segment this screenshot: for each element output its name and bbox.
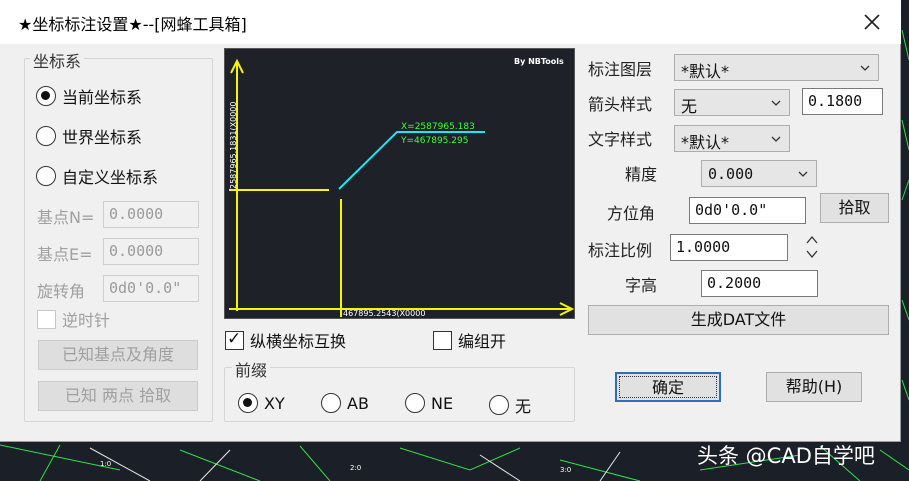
prefix-title: 前缀 (232, 357, 271, 381)
arrow-size-input[interactable]: 0.1800 (802, 88, 883, 115)
radio-world-coord[interactable]: 世界坐标系 (36, 124, 142, 148)
radio-custom-coord[interactable]: 自定义坐标系 (36, 164, 158, 188)
prefix-radio-ne-indicator (405, 393, 425, 413)
preview-brand: By NBTools (514, 57, 564, 66)
prefix-ab-label: AB (347, 393, 369, 413)
precision-select-value: 0.000 (708, 165, 754, 183)
group-checkbox-box (433, 330, 452, 350)
coordinate-settings-dialog: ★坐标标注设置★--[网蜂工具箱] 坐标系 当前坐标系 世界坐标系 自定义坐标系… (0, 0, 901, 442)
precision-label: 精度 (625, 165, 658, 184)
group-checkbox[interactable]: 编组开 (433, 328, 506, 352)
scale-input[interactable]: 1.0000 (670, 234, 788, 261)
help-button[interactable]: 帮助(H) (766, 372, 862, 402)
prefix-none-label: 无 (515, 397, 532, 416)
prefix-radio-xy[interactable]: XY (238, 393, 285, 413)
radio-world-coord-label: 世界坐标系 (62, 128, 143, 147)
text-style-label: 文字样式 (588, 130, 653, 149)
base-e-input[interactable]: 0.0000 (103, 238, 199, 265)
chevron-down-icon (771, 100, 781, 106)
arrow-select[interactable]: 无 (674, 89, 790, 116)
radio-custom-coord-label: 自定义坐标系 (62, 168, 159, 187)
ccw-checkbox[interactable]: 逆时针 (37, 307, 110, 331)
radio-custom-coord-indicator (36, 166, 56, 186)
text-style-select[interactable]: *默认* (674, 125, 790, 152)
prefix-radio-none[interactable]: 无 (489, 393, 531, 417)
preview-drawing: By NBTools X=2587965.183 Y=467895.295 25… (229, 57, 575, 318)
radio-current-coord[interactable]: 当前坐标系 (36, 84, 142, 108)
prefix-radio-ab-indicator (321, 393, 341, 413)
preview-axes (229, 58, 575, 317)
scale-label: 标注比例 (588, 241, 653, 260)
arrow-select-value: 无 (681, 97, 698, 116)
ccw-checkbox-box (37, 309, 56, 329)
window-title: ★坐标标注设置★--[网蜂工具箱] (18, 15, 247, 34)
pick-button[interactable]: 拾取 (820, 193, 889, 223)
radio-world-coord-indicator (36, 126, 56, 146)
height-input[interactable]: 0.2000 (701, 270, 818, 297)
preview-y-value: Y=467895.295 (400, 136, 468, 146)
watermark: 头条 @CAD自学吧 (697, 444, 875, 468)
prefix-radio-ab[interactable]: AB (321, 393, 369, 413)
ccw-label: 逆时针 (62, 311, 111, 330)
layer-label: 标注图层 (588, 60, 653, 79)
group-label: 编组开 (458, 332, 507, 351)
chevron-down-icon (771, 136, 781, 142)
prefix-radio-xy-indicator (238, 393, 258, 413)
layer-select[interactable]: *默认* (674, 54, 879, 81)
preview-x-value: X=2587965.183 (401, 122, 475, 132)
height-label: 字高 (625, 276, 658, 295)
generate-dat-button[interactable]: 生成DAT文件 (588, 305, 889, 335)
text-style-select-value: *默认* (681, 133, 730, 152)
arrow-label: 箭头样式 (588, 95, 653, 114)
svg-text:3:0: 3:0 (560, 466, 571, 474)
chevron-down-icon (798, 171, 808, 177)
rotation-label: 旋转角 (37, 282, 86, 301)
prefix-ne-label: NE (431, 393, 454, 413)
radio-current-coord-indicator (36, 86, 56, 106)
base-n-input[interactable]: 0.0000 (103, 201, 199, 228)
svg-text:1:0: 1:0 (100, 460, 111, 468)
known-two-points-button[interactable]: 已知 两点 拾取 (38, 381, 198, 411)
prefix-radio-ne[interactable]: NE (405, 393, 453, 413)
swap-label: 纵横坐标互换 (250, 332, 347, 351)
precision-select[interactable]: 0.000 (701, 160, 817, 187)
scale-spinner[interactable] (802, 233, 822, 261)
ok-button[interactable]: 确定 (615, 372, 721, 402)
chevron-down-icon (860, 65, 870, 71)
azimuth-input[interactable]: 0d0'0.0" (689, 197, 806, 224)
preview-horizontal-label: 467895.2543(X0000 (343, 309, 425, 318)
base-n-label: 基点N= (37, 208, 95, 227)
swap-checkbox-box (225, 329, 244, 350)
swap-checkbox[interactable]: 纵横坐标互换 (225, 328, 346, 352)
prefix-radio-none-indicator (489, 395, 509, 415)
known-base-angle-button[interactable]: 已知基点及角度 (38, 340, 198, 370)
title-bar: ★坐标标注设置★--[网蜂工具箱] (0, 0, 901, 44)
preview-panel: By NBTools X=2587965.183 Y=467895.295 25… (224, 48, 575, 319)
preview-vertical-label: 2587965.1831(X0000 (229, 102, 238, 190)
base-e-label: 基点E= (37, 245, 93, 264)
close-icon[interactable] (850, 6, 894, 38)
coord-system-title: 坐标系 (30, 48, 85, 72)
azimuth-label: 方位角 (607, 204, 656, 223)
radio-current-coord-label: 当前坐标系 (62, 88, 143, 107)
rotation-input[interactable]: 0d0'0.0" (103, 275, 199, 302)
prefix-xy-label: XY (264, 393, 285, 413)
svg-text:2:0: 2:0 (350, 464, 361, 472)
layer-select-value: *默认* (681, 62, 730, 81)
